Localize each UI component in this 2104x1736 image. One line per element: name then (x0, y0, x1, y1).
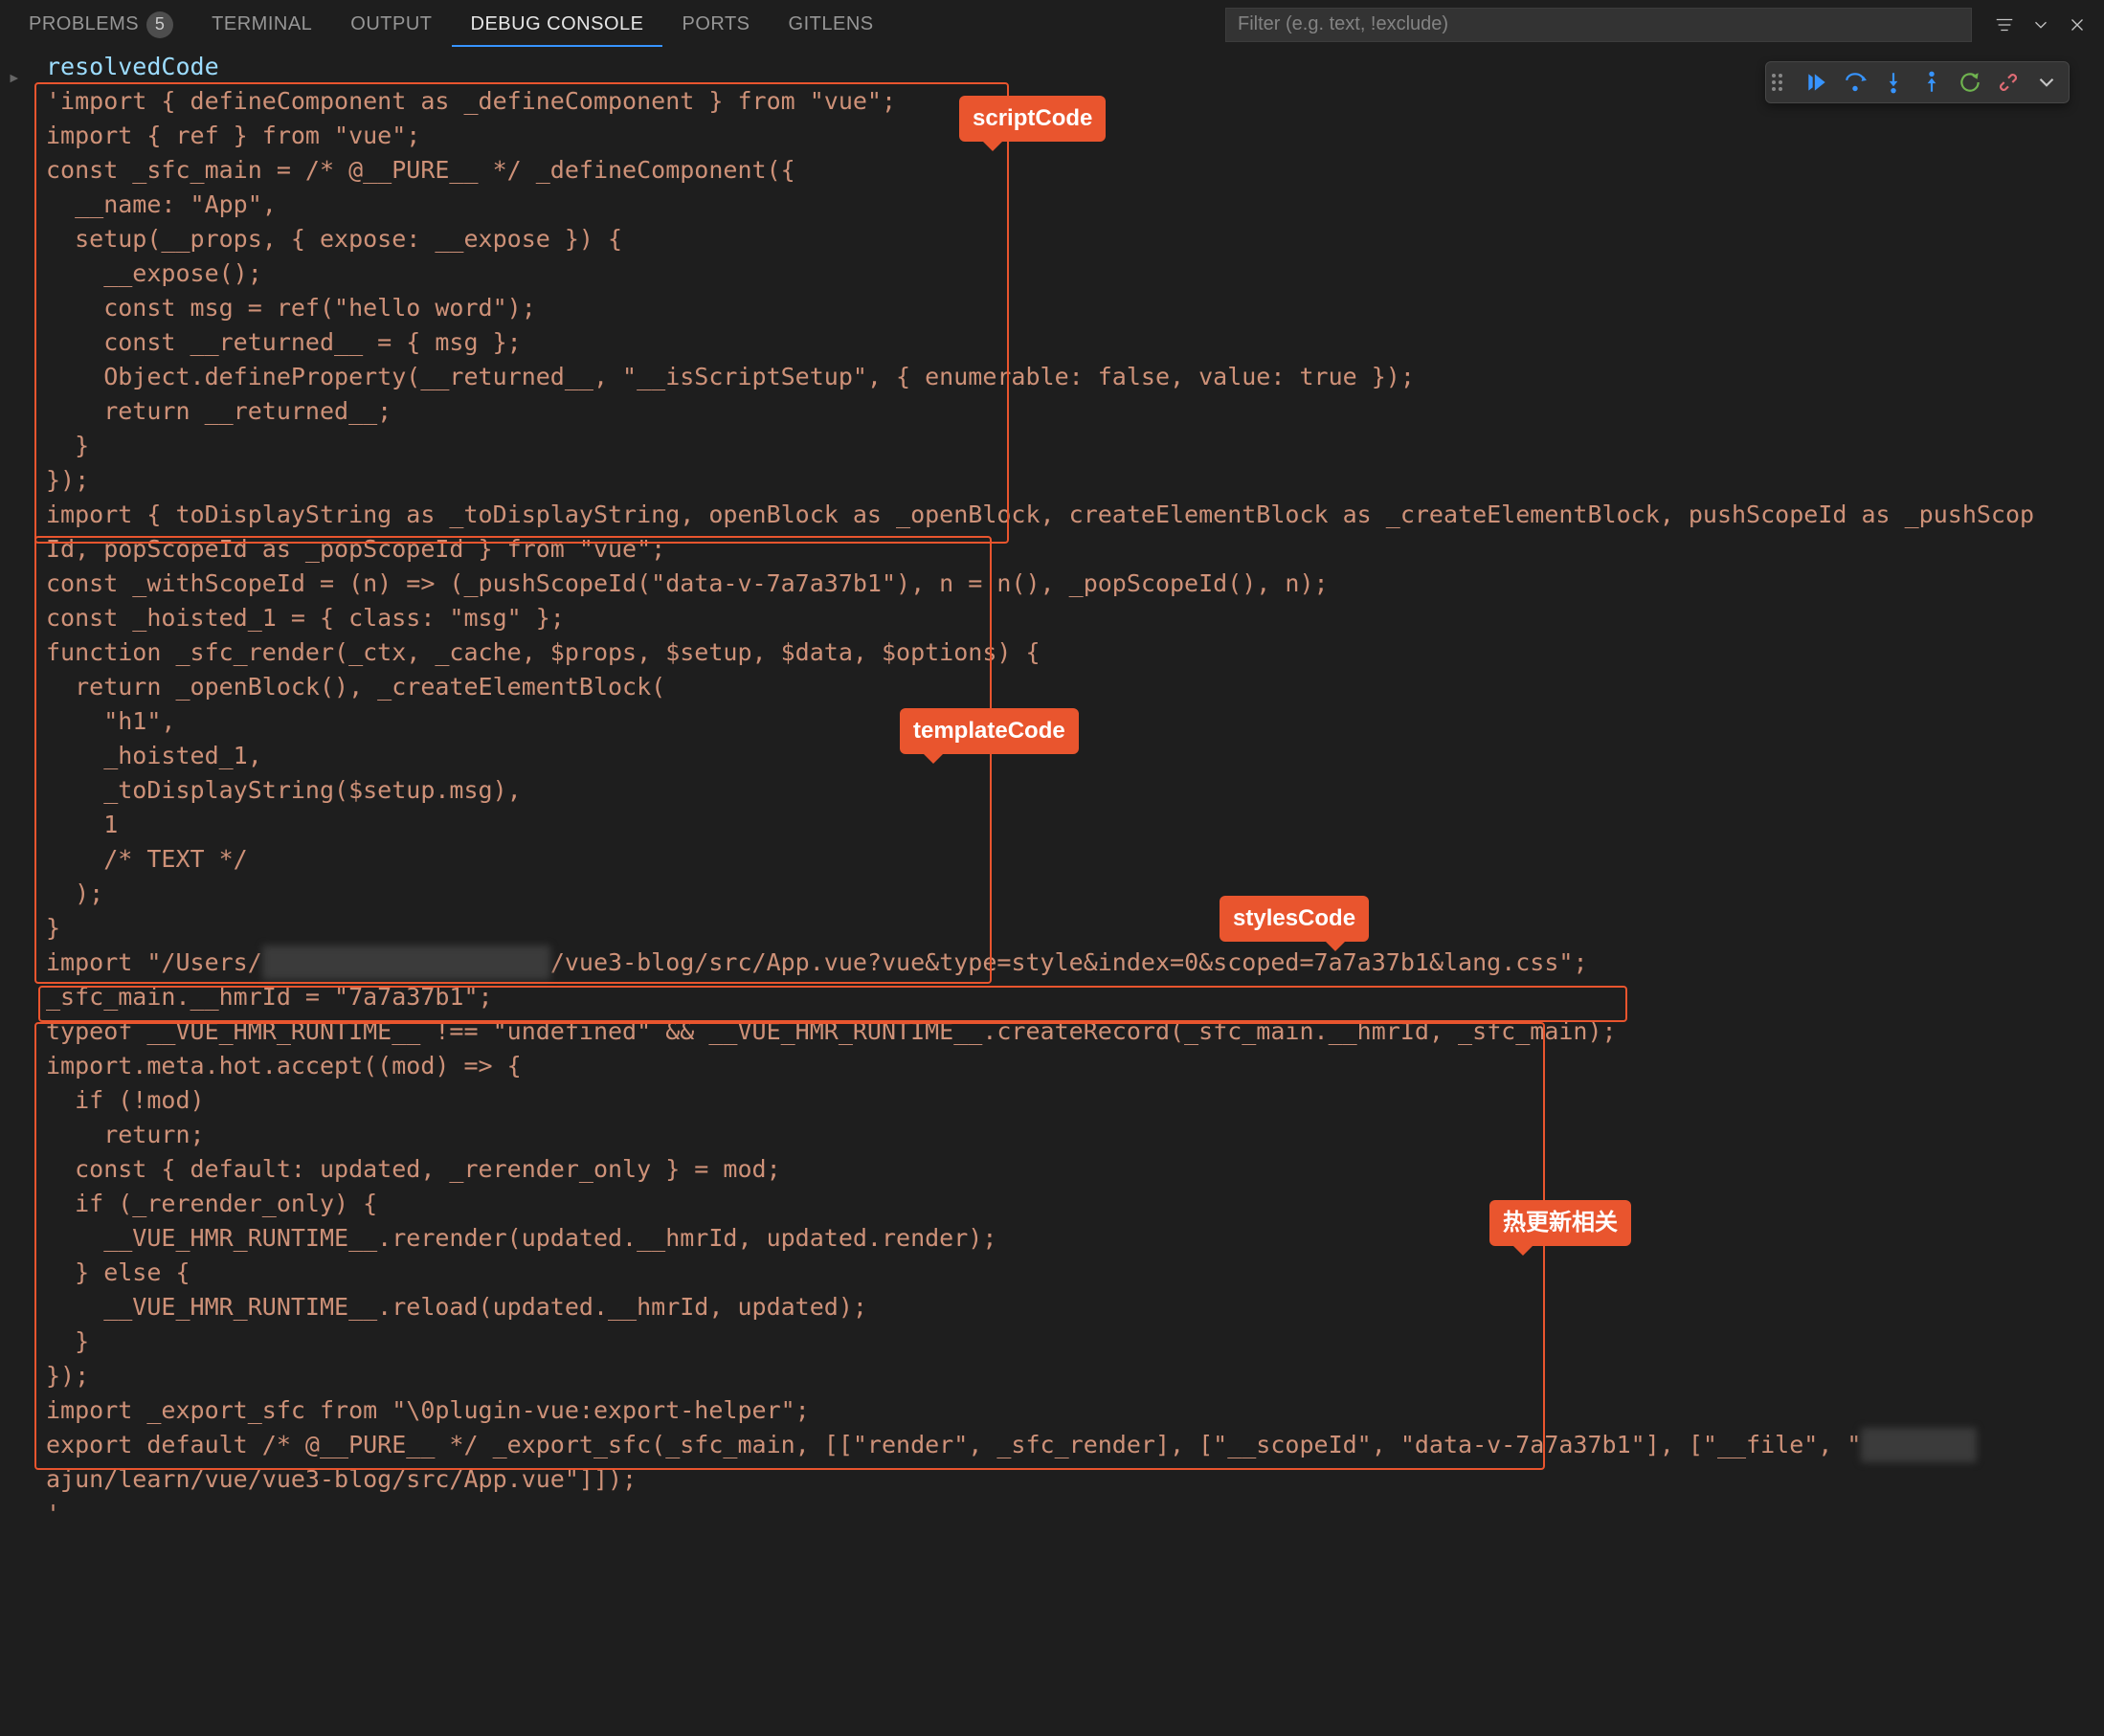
step-into-button[interactable] (1877, 66, 1910, 99)
code-line: __VUE_HMR_RUNTIME__.rerender(updated.__h… (46, 1221, 2104, 1256)
tab-output-label: OUTPUT (350, 13, 432, 35)
filter-wrap (1225, 8, 2094, 42)
code-line: ' (46, 1497, 2104, 1531)
filter-settings-icon[interactable] (1987, 8, 2022, 42)
toolbar-chevron-down-icon[interactable] (2030, 66, 2063, 99)
annotation-label-templatecode: templateCode (900, 708, 1079, 754)
code-line: } (46, 429, 2104, 463)
code-line: Object.defineProperty(__returned__, "__i… (46, 360, 2104, 394)
annotation-label-scriptcode: scriptCode (959, 96, 1106, 142)
panel-actions (1987, 8, 2094, 42)
tab-output[interactable]: OUTPUT (331, 2, 451, 47)
code-line: const _hoisted_1 = { class: "msg" }; (46, 601, 2104, 635)
tab-terminal[interactable]: TERMINAL (192, 2, 331, 47)
code-line: /* TEXT */ (46, 842, 2104, 877)
code-line: __VUE_HMR_RUNTIME__.reload(updated.__hmr… (46, 1290, 2104, 1324)
code-line: if (_rerender_only) { (46, 1187, 2104, 1221)
code-line: export default /* @__PURE__ */ _export_s… (46, 1428, 2104, 1462)
code-line: const msg = ref("hello word"); (46, 291, 2104, 325)
tab-problems[interactable]: PROBLEMS 5 (10, 0, 192, 50)
redacted-path: xxxxxxxx (1861, 1428, 1976, 1462)
code-line: Id, popScopeId as _popScopeId } from "vu… (46, 532, 2104, 567)
code-line: const _sfc_main = /* @__PURE__ */ _defin… (46, 153, 2104, 188)
code-line: _sfc_main.__hmrId = "7a7a37b1"; (46, 980, 2104, 1014)
step-over-button[interactable] (1839, 66, 1871, 99)
code-line: return; (46, 1118, 2104, 1152)
code-line: ); (46, 877, 2104, 911)
disconnect-button[interactable] (1992, 66, 2025, 99)
tab-gitlens[interactable]: GITLENS (770, 2, 893, 47)
tab-terminal-label: TERMINAL (212, 13, 312, 35)
restart-button[interactable] (1954, 66, 1986, 99)
code-line: } (46, 1324, 2104, 1359)
annotation-label-hmr: 热更新相关 (1489, 1200, 1631, 1246)
footer-space (0, 1688, 2104, 1736)
close-panel-icon[interactable] (2060, 8, 2094, 42)
continue-button[interactable] (1801, 66, 1833, 99)
code-line: }); (46, 1359, 2104, 1393)
expand-chevron-icon[interactable]: ▾ (0, 72, 32, 84)
tab-problems-label: PROBLEMS (29, 13, 139, 35)
tab-gitlens-label: GITLENS (789, 13, 874, 35)
panel-tabs: PROBLEMS 5 TERMINAL OUTPUT DEBUG CONSOLE… (10, 0, 893, 50)
code-line: _toDisplayString($setup.msg), (46, 773, 2104, 808)
code-line: return __returned__; (46, 394, 2104, 429)
redacted-path: xxxxxxxxxxxxxxxxxxxx (262, 946, 550, 980)
problems-count-badge: 5 (146, 11, 173, 38)
drag-handle-icon[interactable] (1772, 74, 1791, 91)
code-line: setup(__props, { expose: __expose }) { (46, 222, 2104, 256)
tab-ports[interactable]: PORTS (662, 2, 769, 47)
chevron-down-icon[interactable] (2024, 8, 2058, 42)
code-line: function _sfc_render(_ctx, _cache, $prop… (46, 635, 2104, 670)
code-line: const { default: updated, _rerender_only… (46, 1152, 2104, 1187)
code-line: import.meta.hot.accept((mod) => { (46, 1049, 2104, 1083)
filter-input[interactable] (1225, 8, 1972, 42)
step-out-button[interactable] (1915, 66, 1948, 99)
tab-ports-label: PORTS (682, 13, 750, 35)
tab-debug-console[interactable]: DEBUG CONSOLE (452, 2, 663, 47)
code-line: __expose(); (46, 256, 2104, 291)
code-line: }); (46, 463, 2104, 498)
debug-console-output[interactable]: ▾ resolvedCode 'import { defineComponent… (0, 50, 2104, 1688)
code-line: } else { (46, 1256, 2104, 1290)
code-line: } (46, 911, 2104, 946)
code-line: import _export_sfc from "\0plugin-vue:ex… (46, 1393, 2104, 1428)
code-line: return _openBlock(), _createElementBlock… (46, 670, 2104, 704)
debug-toolbar[interactable] (1765, 61, 2070, 103)
code-line: if (!mod) (46, 1083, 2104, 1118)
tab-debug-console-label: DEBUG CONSOLE (471, 13, 644, 35)
code-line: const __returned__ = { msg }; (46, 325, 2104, 360)
code-line: typeof __VUE_HMR_RUNTIME__ !== "undefine… (46, 1014, 2104, 1049)
code-line: __name: "App", (46, 188, 2104, 222)
code-line: const _withScopeId = (n) => (_pushScopeI… (46, 567, 2104, 601)
annotation-label-stylescode: stylesCode (1220, 896, 1369, 942)
code-line: import { toDisplayString as _toDisplaySt… (46, 498, 2104, 532)
code-line: 1 (46, 808, 2104, 842)
panel-tab-bar: PROBLEMS 5 TERMINAL OUTPUT DEBUG CONSOLE… (0, 0, 2104, 50)
code-line: import "/Users/xxxxxxxxxxxxxxxxxxxx/vue3… (46, 946, 2104, 980)
code-line: ajun/learn/vue/vue3-blog/src/App.vue"]])… (46, 1462, 2104, 1497)
